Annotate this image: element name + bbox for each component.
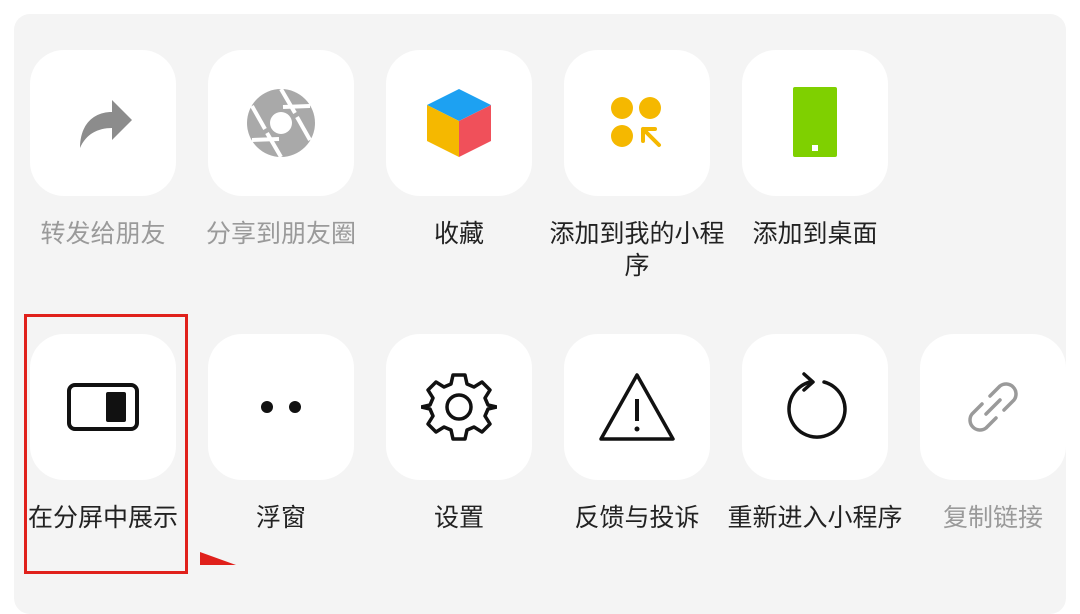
- copy-link-tile: [920, 334, 1066, 480]
- floating-window-icon: [261, 401, 301, 413]
- forward-label: 转发给朋友: [40, 219, 166, 248]
- floating-window-label: 浮窗: [255, 503, 306, 532]
- add-to-my-mini-programs-button[interactable]: 添加到我的小程序: [549, 50, 725, 282]
- forward-arrow-icon: [80, 100, 132, 148]
- desktop-tile: [742, 50, 888, 196]
- moments-shutter-icon: [247, 87, 315, 159]
- feedback-button[interactable]: 反馈与投诉: [564, 334, 710, 534]
- reenter-tile: [742, 334, 888, 480]
- reenter-mini-program-button[interactable]: 重新进入小程序: [727, 334, 903, 534]
- add-to-desktop-icon: [793, 87, 837, 157]
- link-icon: [968, 382, 1018, 432]
- forward-tile: [30, 50, 176, 196]
- feedback-tile: [564, 334, 710, 480]
- floating-window-button[interactable]: 浮窗: [208, 334, 354, 534]
- feedback-label: 反馈与投诉: [574, 503, 700, 532]
- favorite-button[interactable]: 收藏: [386, 50, 532, 250]
- favorite-label: 收藏: [433, 219, 484, 248]
- mini-program-label: 添加到我的小程序: [549, 219, 725, 280]
- reenter-label: 重新进入小程序: [727, 503, 903, 532]
- moments-tile: [208, 50, 354, 196]
- settings-label: 设置: [433, 503, 484, 532]
- refresh-icon: [787, 372, 847, 439]
- settings-tile: [386, 334, 532, 480]
- add-to-desktop-button[interactable]: 添加到桌面: [742, 50, 888, 250]
- warning-triangle-icon: [599, 373, 675, 441]
- mini-program-tile: [564, 50, 710, 196]
- forward-to-friend-button[interactable]: 转发给朋友: [30, 50, 176, 250]
- settings-button[interactable]: 设置: [386, 334, 532, 534]
- copy-link-button[interactable]: 复制链接: [920, 334, 1066, 534]
- desktop-label: 添加到桌面: [752, 219, 878, 248]
- add-mini-program-icon: [611, 97, 661, 147]
- highlight-box: [24, 314, 188, 574]
- favorite-tile: [386, 50, 532, 196]
- favorite-cube-icon: [427, 89, 491, 157]
- pointer-arrow-icon: [200, 552, 236, 565]
- gear-icon: [421, 373, 497, 441]
- copy-link-label: 复制链接: [942, 503, 1043, 532]
- moments-label: 分享到朋友圈: [205, 219, 356, 248]
- floating-window-tile: [208, 334, 354, 480]
- share-to-moments-button[interactable]: 分享到朋友圈: [206, 50, 356, 250]
